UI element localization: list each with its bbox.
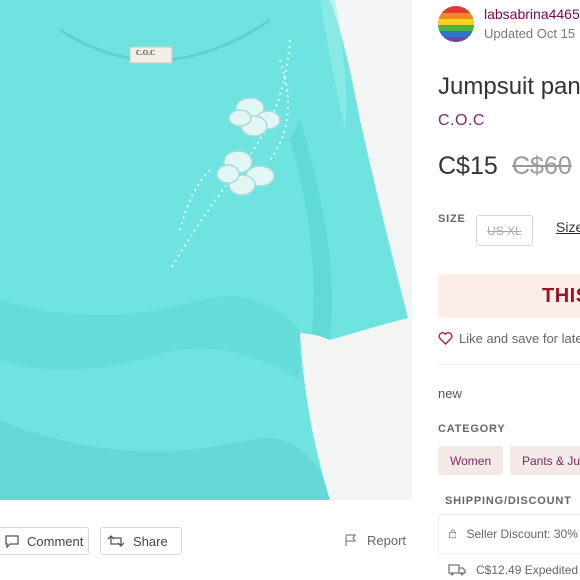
shirt-image [0,0,412,500]
shipping-label: SHIPPING/DISCOUNT [445,495,572,507]
seller-discount-text: Seller Discount: 30% Off [466,527,580,541]
avatar[interactable] [438,6,474,42]
description: new [438,386,462,401]
bag-icon [449,529,457,539]
product-photo[interactable]: C.O.C [0,0,412,500]
report-link[interactable]: Report [345,533,406,548]
like-button[interactable]: Like and save for later [438,331,580,346]
expedited-shipping: C$12.49 Expedited Shipping [448,563,580,577]
action-bar: Comment Share Report [0,500,420,580]
report-label: Report [367,533,407,548]
category-chip-pants[interactable]: Pants & Jumpsuits [510,446,580,475]
avatar-image [438,6,474,42]
listing-details: labsabrina4465 Updated Oct 15 Jumpsuit p… [422,0,580,580]
category-label: CATEGORY [438,423,506,435]
flag-icon [345,534,357,546]
comment-button[interactable]: Comment [0,527,89,555]
expedited-text: C$12.49 Expedited Shipping [476,563,580,577]
brand-link[interactable]: C.O.C [438,112,485,130]
share-icon [107,535,125,547]
seller-username[interactable]: labsabrina4465 [484,6,580,22]
category-chip-women[interactable]: Women [438,446,504,475]
heart-icon [438,332,453,345]
brand-tag-text: C.O.C [136,49,156,57]
updated-date: Updated Oct 15 [484,26,576,41]
divider [438,364,580,365]
size-option[interactable]: US XL [476,215,533,246]
seller-discount: Seller Discount: 30% Off [438,514,580,554]
share-label: Share [133,533,168,549]
like-text: Like and save for later [459,331,580,346]
size-value: US XL [487,223,522,238]
sold-banner-text: THIS ITEM IS SOLD [542,284,580,307]
share-button[interactable]: Share [100,527,182,555]
listing-title: Jumpsuit pants [438,73,580,100]
truck-icon [448,564,466,576]
original-price: C$60 [512,152,572,180]
size-chart-link[interactable]: Size Chart [556,219,580,235]
sold-banner: THIS ITEM IS SOLD [438,274,580,318]
gutter [412,0,422,580]
size-label: SIZE [438,213,466,225]
comment-label: Comment [27,533,84,549]
comment-icon [5,534,19,548]
price: C$15 [438,152,498,180]
